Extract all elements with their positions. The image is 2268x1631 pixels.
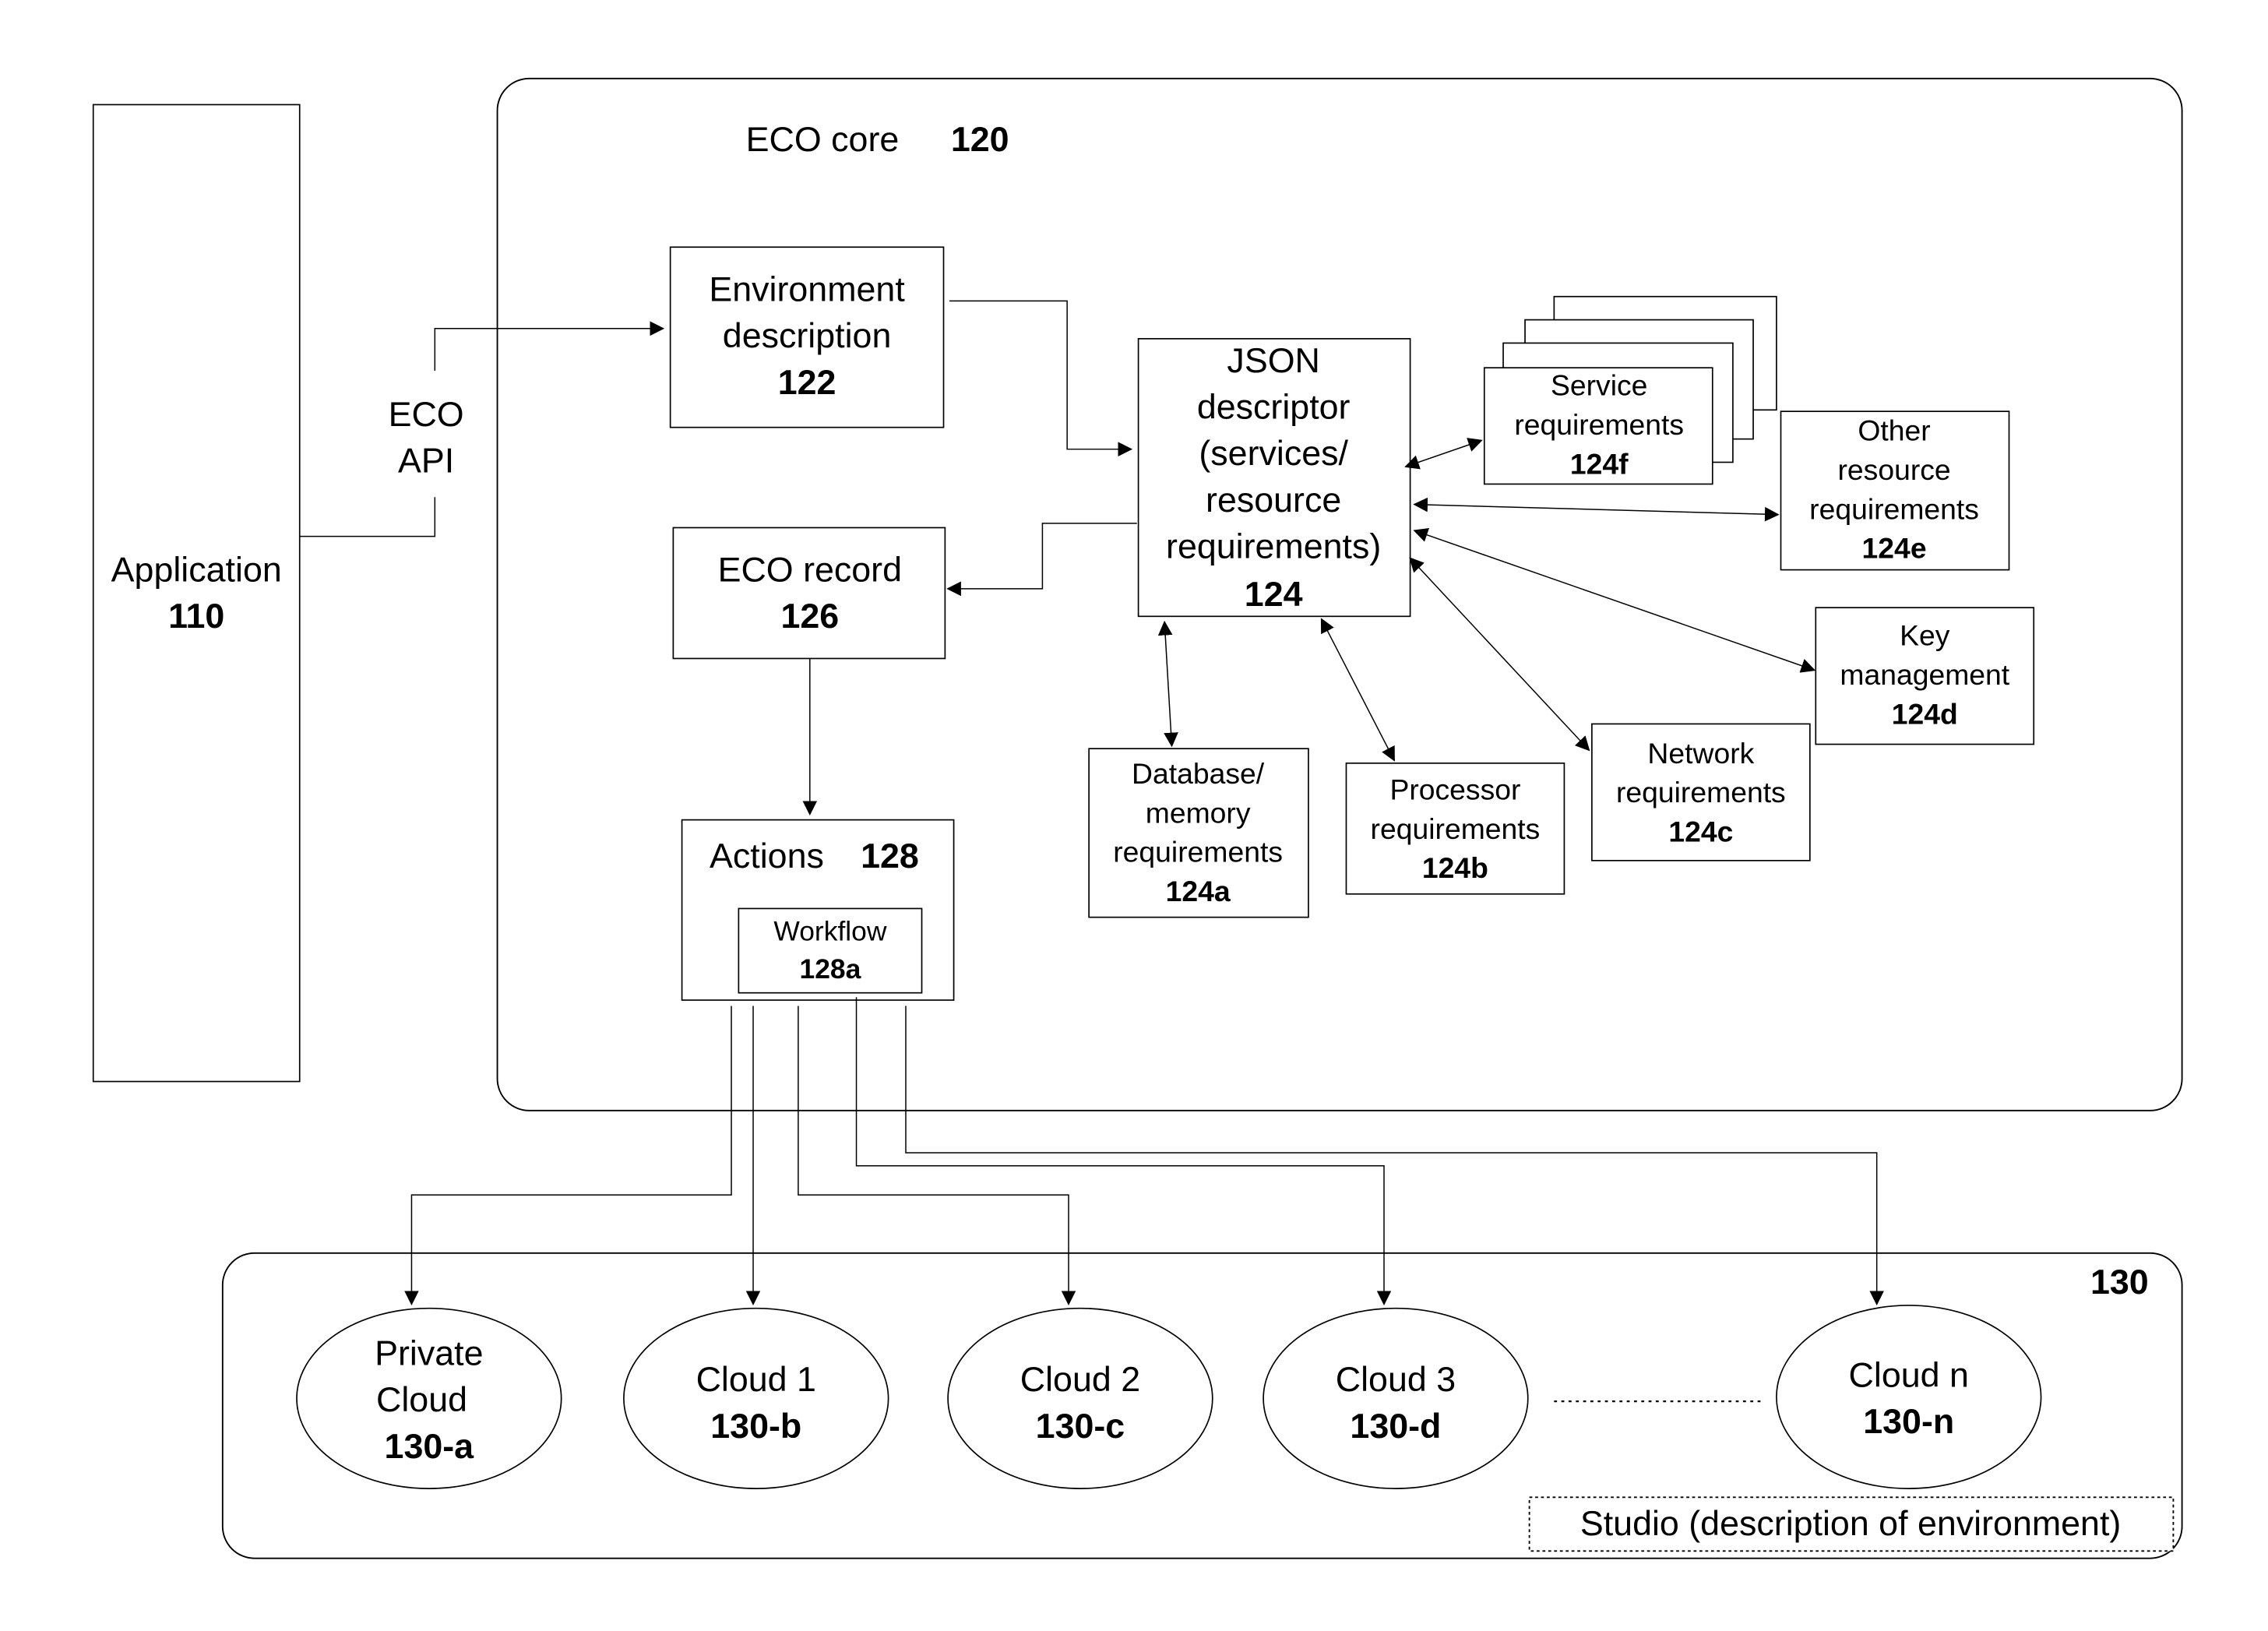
service-requirements-stack: s s Service requirements 124f <box>1483 295 1777 485</box>
eco-api-connector: ECO API <box>299 321 665 537</box>
json-other-resource-arrow <box>1413 497 1780 522</box>
cloud-private: Private Cloud 130-a <box>296 1307 562 1489</box>
application-ref: 110 <box>168 597 224 636</box>
other-resource-requirements-box: Other resource requirements 124e <box>1780 410 2010 571</box>
cloud-n-ref: 130-n <box>1863 1402 1954 1441</box>
other-resource-line3: requirements <box>1809 492 1979 525</box>
json-descriptor-line4: resource <box>1206 481 1341 520</box>
other-resource-line2: resource <box>1837 453 1950 486</box>
key-management-line2: management <box>1840 658 2009 691</box>
env-to-json-arrow <box>949 300 1133 457</box>
environment-description-line2: description <box>723 316 892 355</box>
eco-record-ref: 126 <box>780 597 839 636</box>
service-requirements-line2: requirements <box>1514 408 1684 441</box>
environment-description-ref: 122 <box>778 363 836 402</box>
application-box: Application 110 <box>92 104 301 1083</box>
other-resource-line1: Other <box>1858 414 1930 446</box>
json-network-arrow <box>1409 557 1590 752</box>
eco-api-label-line2: API <box>398 442 454 481</box>
cloud-private-line1: Private <box>375 1333 483 1372</box>
key-management-line1: Key <box>1900 619 1950 652</box>
environment-description-line1: Environment <box>709 269 905 308</box>
json-descriptor-ref: 124 <box>1245 575 1303 614</box>
cloud-2-label: Cloud 2 <box>1020 1360 1140 1399</box>
json-descriptor-line5: requirements) <box>1166 527 1381 566</box>
network-requirements-line2: requirements <box>1616 776 1786 808</box>
workflow-ref: 128a <box>800 953 861 985</box>
processor-requirements-line1: Processor <box>1389 773 1520 805</box>
database-memory-line1: Database/ <box>1132 757 1265 790</box>
processor-requirements-ref: 124b <box>1422 851 1488 884</box>
json-descriptor-line1: JSON <box>1227 341 1319 380</box>
other-resource-ref: 124e <box>1862 532 1927 565</box>
database-memory-line2: memory <box>1146 796 1251 829</box>
service-requirements-ref: 124f <box>1570 447 1629 480</box>
studio-label: Studio (description of environment) <box>1580 1504 2121 1543</box>
eco-record-box: ECO record 126 <box>672 527 946 660</box>
json-processor-arrow <box>1320 618 1395 762</box>
network-requirements-box: Network requirements 124c <box>1591 723 1811 861</box>
json-to-record-arrow <box>946 523 1137 597</box>
environment-description-box: Environment description 122 <box>669 246 945 428</box>
network-requirements-ref: 124c <box>1668 816 1733 848</box>
workflow-to-clouds-connectors <box>404 997 1885 1305</box>
processor-requirements-box: Processor requirements 124b <box>1345 762 1565 895</box>
actions-ref: 128 <box>861 837 919 875</box>
actions-label: Actions <box>710 837 824 875</box>
eco-api-label-line1: ECO <box>389 395 464 434</box>
json-descriptor-line3: (services/ <box>1199 434 1348 473</box>
application-label: Application <box>111 551 282 590</box>
key-management-box: Key management 124d <box>1815 607 2035 745</box>
service-requirements-line1: Service <box>1551 369 1647 402</box>
json-database-arrow <box>1157 620 1178 748</box>
cloud-2-ref: 130-c <box>1036 1407 1125 1446</box>
actions-box: Actions 128 Workflow 128a <box>681 819 955 1001</box>
processor-requirements-line2: requirements <box>1371 812 1541 845</box>
cloud-2: Cloud 2 130-c <box>947 1307 1213 1489</box>
workflow-label: Workflow <box>773 916 886 947</box>
json-descriptor-line2: descriptor <box>1197 387 1351 426</box>
json-service-arrow <box>1404 438 1483 470</box>
eco-record-label: ECO record <box>718 551 902 590</box>
cloud-n: Cloud n 130-n <box>1776 1305 2042 1489</box>
database-memory-ref: 124a <box>1166 875 1231 907</box>
eco-core-label: ECO core <box>746 120 900 159</box>
clouds-container-ref: 130 <box>2090 1263 2149 1302</box>
cloud-private-line2: Cloud <box>376 1380 467 1419</box>
diagram-canvas: Application 110 ECO core 120 ECO API Env… <box>92 77 2183 1559</box>
json-descriptor-box: JSON descriptor (services/ resource requ… <box>1137 338 1411 618</box>
key-management-ref: 124d <box>1892 697 1958 730</box>
cloud-3: Cloud 3 130-d <box>1263 1307 1529 1489</box>
cloud-private-ref: 130-a <box>385 1427 475 1466</box>
cloud-1-ref: 130-b <box>710 1407 801 1446</box>
json-key-management-arrow <box>1413 527 1816 673</box>
cloud-3-label: Cloud 3 <box>1336 1360 1456 1399</box>
studio-box: Studio (description of environment) <box>1528 1496 2175 1552</box>
network-requirements-line1: Network <box>1647 737 1754 770</box>
cloud-1-label: Cloud 1 <box>696 1360 816 1399</box>
cloud-1: Cloud 1 130-b <box>623 1307 889 1489</box>
cloud-n-label: Cloud n <box>1849 1355 1969 1394</box>
database-memory-requirements-box: Database/ memory requirements 124a <box>1088 748 1309 918</box>
database-memory-line3: requirements <box>1113 836 1283 868</box>
eco-core-ref: 120 <box>951 120 1009 159</box>
cloud-3-ref: 130-d <box>1350 1407 1441 1446</box>
